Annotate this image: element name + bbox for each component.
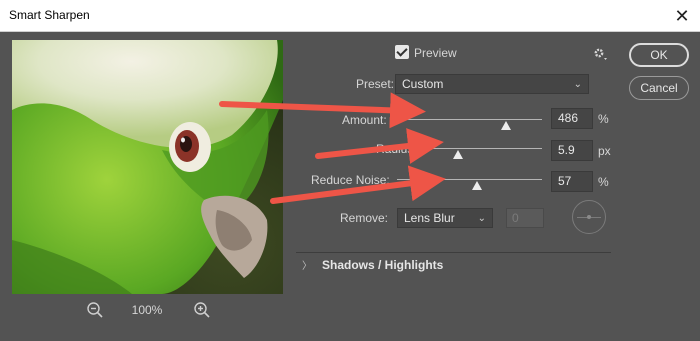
- radius-slider-track[interactable]: [397, 148, 542, 149]
- preview-image[interactable]: [12, 40, 283, 294]
- amount-unit: %: [598, 112, 609, 126]
- preset-label: Preset:: [356, 77, 395, 91]
- remove-value: Lens Blur: [404, 211, 455, 225]
- shadows-highlights-label: Shadows / Highlights: [322, 258, 444, 272]
- title-bar: Smart Sharpen ✕: [0, 0, 700, 32]
- reduce-noise-slider-track[interactable]: [397, 179, 542, 180]
- preset-select[interactable]: Custom ⌄: [395, 74, 589, 94]
- amount-value-input[interactable]: 486: [551, 108, 593, 129]
- remove-label: Remove:: [340, 211, 389, 225]
- zoom-out-icon[interactable]: [85, 300, 105, 320]
- close-icon[interactable]: ✕: [670, 4, 694, 28]
- amount-slider-thumb[interactable]: [500, 121, 511, 130]
- zoom-in-icon[interactable]: [192, 300, 212, 320]
- cancel-button[interactable]: Cancel: [629, 76, 689, 100]
- zoom-level: 100%: [131, 303, 163, 317]
- chevron-down-icon: ⌄: [573, 79, 582, 90]
- window-title: Smart Sharpen: [9, 8, 90, 22]
- preset-value: Custom: [402, 77, 444, 91]
- chevron-down-icon: ⌄: [477, 213, 486, 224]
- preview-checkbox[interactable]: [395, 45, 409, 59]
- ok-button[interactable]: OK: [629, 43, 689, 67]
- remove-select[interactable]: Lens Blur ⌄: [397, 208, 493, 228]
- angle-input[interactable]: 0: [506, 208, 544, 228]
- preview-label[interactable]: Preview: [414, 46, 457, 60]
- reduce-noise-slider-thumb[interactable]: [471, 181, 482, 190]
- amount-label: Amount:: [342, 113, 387, 127]
- reduce-noise-value-input[interactable]: 57: [551, 171, 593, 192]
- chevron-right-icon: 〉: [302, 261, 312, 272]
- radius-label: Radius:: [376, 142, 417, 156]
- angle-dial-icon[interactable]: [572, 200, 606, 234]
- radius-unit: px: [598, 144, 611, 158]
- gear-icon[interactable]: [592, 46, 608, 62]
- shadows-highlights-toggle[interactable]: 〉 Shadows / Highlights: [302, 257, 443, 272]
- radius-value-input[interactable]: 5.9: [551, 140, 593, 161]
- radius-slider-thumb[interactable]: [452, 150, 463, 159]
- amount-slider-track[interactable]: [397, 119, 542, 120]
- reduce-noise-unit: %: [598, 175, 609, 189]
- divider: [296, 252, 611, 253]
- reduce-noise-label: Reduce Noise:: [311, 173, 390, 187]
- parrot-illustration: [12, 40, 283, 294]
